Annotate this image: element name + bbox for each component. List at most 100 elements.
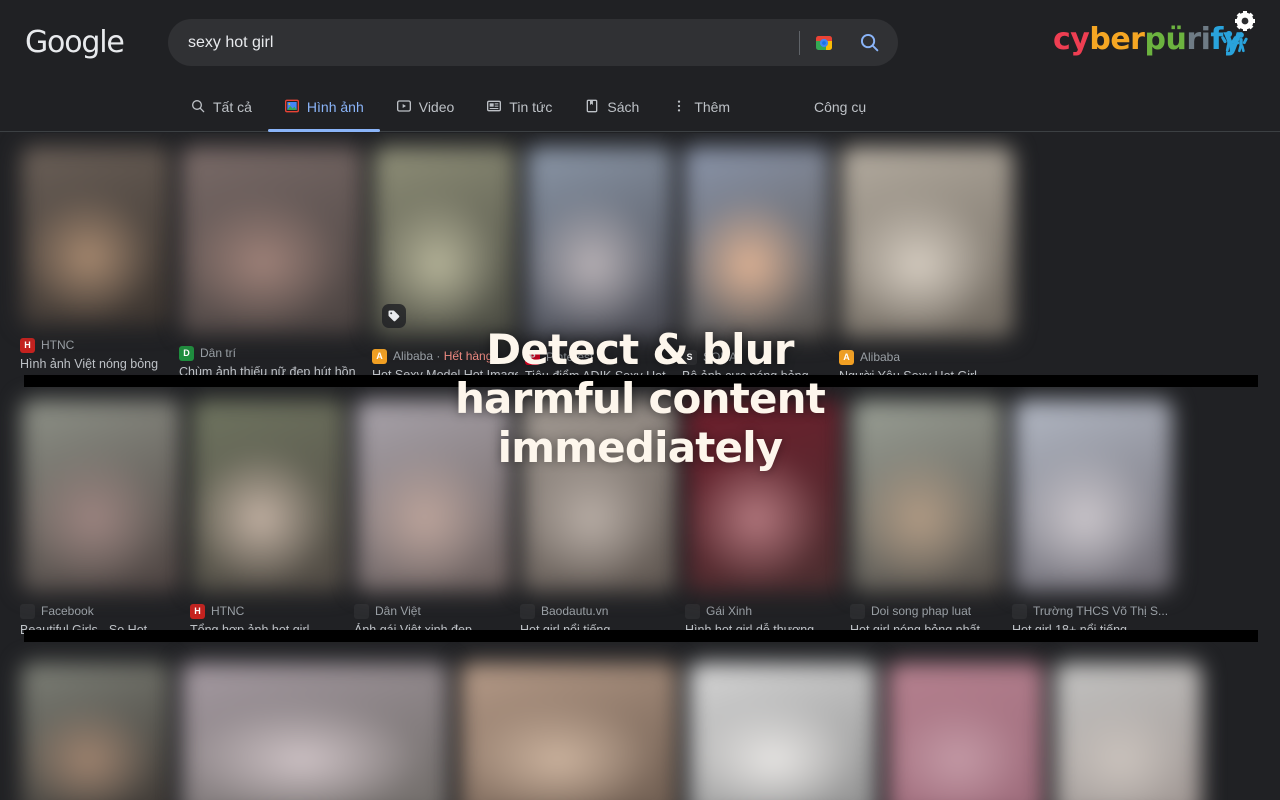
- result-thumbnail[interactable]: [887, 662, 1045, 800]
- thumbnail-image: [887, 662, 1045, 800]
- search-box[interactable]: [168, 19, 898, 66]
- price-tag-icon: [382, 304, 406, 328]
- result-source-label[interactable]: Alibaba: [860, 350, 900, 364]
- image-result-tile[interactable]: S SOHA Bộ ảnh cực nóng bỏng: [682, 145, 832, 385]
- result-source-label[interactable]: Alibaba · Hết hàng: [393, 349, 492, 363]
- image-result-tile[interactable]: [458, 661, 680, 800]
- result-thumbnail[interactable]: [840, 146, 1014, 338]
- tab-news[interactable]: Tin tức: [470, 88, 568, 126]
- tools-button[interactable]: Công cụ: [814, 88, 866, 126]
- result-caption[interactable]: Hot Sexy Model Hot Image: [372, 368, 518, 384]
- thumbnail-image: [1054, 662, 1202, 800]
- result-thumbnail[interactable]: [1013, 399, 1173, 592]
- result-source-label[interactable]: Dân trí: [200, 346, 236, 360]
- result-source-row: A Alibaba · Hết hàng: [372, 348, 518, 364]
- result-caption[interactable]: Hình hot girl dễ thương: [685, 623, 843, 639]
- image-result-tile[interactable]: [886, 661, 1046, 800]
- image-result-tile[interactable]: P Pinterest Tiêu điểm ADIK Sexy Hot: [525, 145, 675, 385]
- tab-images[interactable]: Hình ảnh: [267, 88, 380, 132]
- tab-books[interactable]: Sách: [568, 88, 655, 126]
- result-caption[interactable]: Chùm ảnh thiếu nữ đẹp hút hồn: [179, 365, 365, 381]
- search-icon: [190, 98, 206, 117]
- dantri-green-icon: D: [179, 345, 194, 361]
- image-result-tile[interactable]: A Alibaba · Hết hàng Hot Sexy Model Hot Im…: [372, 145, 518, 385]
- result-source-label[interactable]: Dân Việt: [375, 604, 421, 618]
- thumbnail-image: [851, 399, 1004, 592]
- google-logo[interactable]: Google: [25, 25, 125, 60]
- image-result-tile[interactable]: Trường THCS Võ Thị S... Hot girl 18+ nổi …: [1012, 398, 1174, 639]
- result-caption[interactable]: Beautiful Girls - So Hot: [20, 623, 183, 639]
- image-result-tile[interactable]: Dân Việt Ảnh gái Việt xinh đẹp: [354, 398, 513, 639]
- result-source-label[interactable]: Trường THCS Võ Thị S...: [1033, 604, 1168, 618]
- image-result-tile[interactable]: [687, 661, 879, 800]
- search-input[interactable]: [168, 19, 799, 66]
- image-result-tile[interactable]: D Dân trí Chùm ảnh thiếu nữ đẹp hút hồn: [179, 145, 365, 385]
- thumbnail-image: [21, 146, 171, 326]
- result-caption[interactable]: Hot girl nổi tiếng: [520, 623, 678, 639]
- result-source-label[interactable]: Pinterest: [546, 350, 593, 364]
- image-result-tile[interactable]: [20, 661, 172, 800]
- result-caption[interactable]: Ảnh gái Việt xinh đẹp: [354, 623, 513, 639]
- result-source-row: D Dân trí: [179, 345, 365, 361]
- image-results-grid[interactable]: H HTNC Hình ảnh Việt nóng bỏng D Dân trí Chùm…: [0, 133, 1280, 800]
- facebook-icon: [20, 603, 35, 619]
- tab-more[interactable]: Thêm: [655, 88, 746, 126]
- thumbnail-image: [686, 399, 842, 592]
- image-result-tile[interactable]: [1053, 661, 1203, 800]
- thumbnail-image: [1013, 399, 1173, 592]
- search-magnifier-icon[interactable]: [846, 21, 892, 65]
- result-caption[interactable]: Bộ ảnh cực nóng bỏng: [682, 369, 832, 385]
- image-result-tile[interactable]: Doi song phap luat Hot girl nóng bỏng nhấ…: [850, 398, 1005, 639]
- result-caption[interactable]: Hot girl nóng bỏng nhất: [850, 623, 1005, 639]
- result-thumbnail[interactable]: [688, 662, 878, 800]
- result-thumbnail[interactable]: [181, 662, 449, 800]
- result-thumbnail[interactable]: [21, 399, 182, 592]
- google-lens-camera-icon[interactable]: [802, 21, 846, 65]
- result-thumbnail[interactable]: [526, 146, 674, 338]
- result-caption[interactable]: Hình ảnh Việt nóng bỏng: [20, 357, 172, 373]
- result-source-label[interactable]: Baodautu.vn: [541, 604, 608, 618]
- result-thumbnail[interactable]: [21, 146, 171, 326]
- result-source-row: Trường THCS Võ Thị S...: [1012, 603, 1174, 619]
- image-result-tile[interactable]: [179, 661, 451, 800]
- result-thumbnail[interactable]: [1054, 662, 1202, 800]
- result-thumbnail[interactable]: [683, 146, 831, 338]
- result-caption[interactable]: Tổng hợp ảnh hot girl: [190, 623, 347, 639]
- result-source-row: S SOHA: [682, 349, 832, 365]
- tab-video[interactable]: Video: [380, 88, 471, 126]
- result-thumbnail[interactable]: [686, 399, 842, 592]
- image-result-tile[interactable]: Gái Xinh Hình hot girl dễ thương: [685, 398, 843, 639]
- result-source-label[interactable]: Gái Xinh: [706, 604, 752, 618]
- doisong-icon: [850, 603, 865, 619]
- tab-all[interactable]: Tất cả: [168, 88, 268, 126]
- thumbnail-image: [191, 399, 346, 592]
- brand-segment-ri: ri: [1186, 22, 1211, 57]
- brand-segment-ber: ber: [1089, 22, 1145, 57]
- result-row: H HTNC Hình ảnh Việt nóng bỏng D Dân trí Chùm…: [0, 145, 1280, 385]
- result-source-label[interactable]: Doi song phap luat: [871, 604, 971, 618]
- result-thumbnail[interactable]: [180, 146, 364, 334]
- tab-more-label: Thêm: [694, 99, 731, 115]
- result-thumbnail[interactable]: [21, 662, 171, 800]
- thumbnail-image: [840, 146, 1014, 338]
- image-result-tile[interactable]: H HTNC Tổng hợp ảnh hot girl: [190, 398, 347, 639]
- result-source-label[interactable]: Facebook: [41, 604, 94, 618]
- result-thumbnail[interactable]: [191, 399, 346, 592]
- news-icon: [486, 98, 502, 117]
- image-result-tile[interactable]: Facebook Beautiful Girls - So Hot: [20, 398, 183, 639]
- cyberpurify-logo[interactable]: cy ber pü ri fy: [1053, 11, 1255, 57]
- result-source-label[interactable]: HTNC: [41, 338, 74, 352]
- result-source-label[interactable]: SOHA: [703, 350, 737, 364]
- result-thumbnail[interactable]: [521, 399, 677, 592]
- result-caption[interactable]: Tiêu điểm ADIK Sexy Hot: [525, 369, 675, 385]
- image-result-tile[interactable]: A Alibaba Người Yêu Sexy Hot Girl: [839, 145, 1015, 385]
- result-thumbnail[interactable]: [459, 662, 679, 800]
- image-result-tile[interactable]: H HTNC Hình ảnh Việt nóng bỏng: [20, 145, 172, 385]
- result-thumbnail[interactable]: [851, 399, 1004, 592]
- result-caption[interactable]: Hot girl 18+ nổi tiếng: [1012, 623, 1174, 639]
- result-source-label[interactable]: HTNC: [211, 604, 244, 618]
- baodautu-icon: [520, 603, 535, 619]
- result-thumbnail[interactable]: [355, 399, 512, 592]
- result-caption[interactable]: Người Yêu Sexy Hot Girl: [839, 369, 1015, 385]
- image-result-tile[interactable]: Baodautu.vn Hot girl nổi tiếng: [520, 398, 678, 639]
